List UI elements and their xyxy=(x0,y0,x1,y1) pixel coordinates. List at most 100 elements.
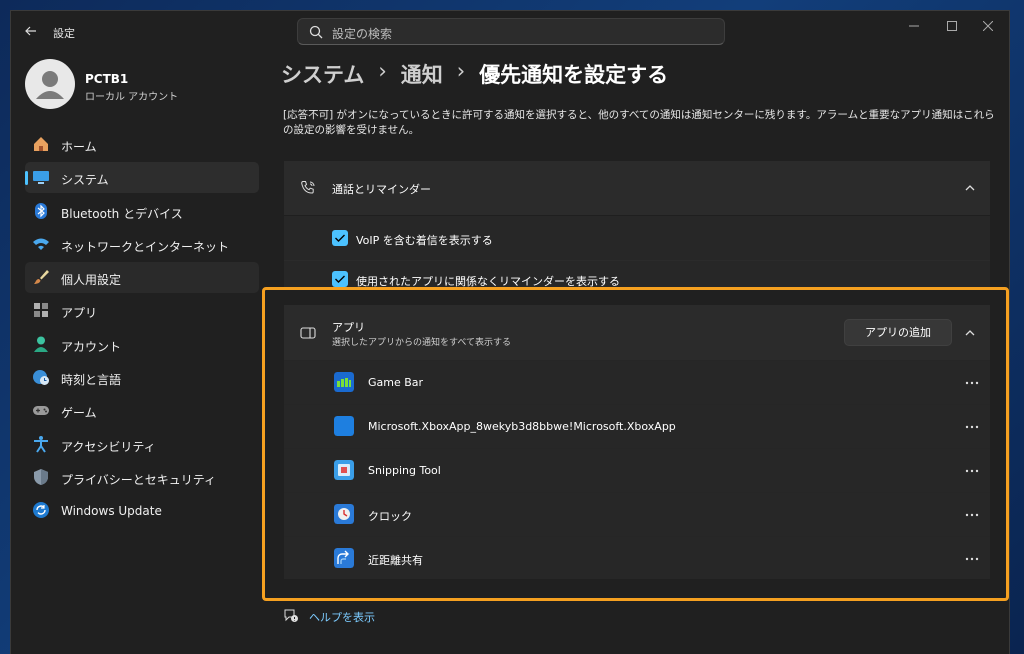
more-options-icon[interactable] xyxy=(964,377,980,389)
account-icon xyxy=(34,336,48,352)
sidebar-item-privacy[interactable]: プライバシーとセキュリティ xyxy=(25,462,259,493)
sidebar-item-label: Windows Update xyxy=(61,504,162,519)
app-name: 近距離共有 xyxy=(368,554,423,567)
help-icon xyxy=(284,609,298,622)
sidebar-item-label: 個人用設定 xyxy=(61,273,122,288)
app-row: Game Bar xyxy=(284,361,990,404)
apps-section-title: アプリ xyxy=(332,321,365,334)
app-name: クロック xyxy=(368,510,412,523)
checkmark-icon xyxy=(335,275,345,283)
voip-option-row[interactable]: VoIP を含む着信を表示する xyxy=(284,216,990,260)
maximize-button[interactable] xyxy=(937,17,967,37)
maximize-icon xyxy=(947,21,957,31)
sidebar-item-label: Bluetooth とデバイス xyxy=(61,206,183,221)
calls-reminders-section: 通話とリマインダー VoIP を含む着信を表示する 使用されたアプリに関係なくリ… xyxy=(284,161,990,289)
apps-icon xyxy=(34,303,48,318)
add-app-button[interactable]: アプリの追加 xyxy=(844,319,952,346)
app-row: クロック xyxy=(284,493,990,536)
user-avatar-icon xyxy=(36,71,64,99)
apps-section: アプリ 選択したアプリからの通知をすべて表示する アプリの追加 Game Bar… xyxy=(284,305,990,579)
minimize-button[interactable] xyxy=(899,17,929,37)
sidebar-item-network[interactable]: ネットワークとインターネット xyxy=(25,229,259,260)
sidebar-item-bluetooth[interactable]: Bluetooth とデバイス xyxy=(25,196,259,227)
reminders-option-label: 使用されたアプリに関係なくリマインダーを表示する xyxy=(356,275,620,288)
sidebar-item-accounts[interactable]: アカウント xyxy=(25,329,259,360)
close-icon xyxy=(982,20,994,32)
settings-window: 設定 設定の検索 PCTB1 ローカル アカウント ホーム システム Bluet… xyxy=(10,10,1010,654)
sidebar-item-personalization[interactable]: 個人用設定 xyxy=(25,262,259,294)
search-box[interactable]: 設定の検索 xyxy=(297,18,725,45)
active-indicator xyxy=(25,171,28,186)
avatar[interactable] xyxy=(25,59,75,109)
calls-reminders-title: 通話とリマインダー xyxy=(332,183,431,196)
update-icon xyxy=(33,502,49,519)
app-row: 近距離共有 xyxy=(284,537,990,579)
globe-clock-icon xyxy=(33,370,49,386)
sidebar-item-label: システム xyxy=(61,173,109,188)
snipping-tool-icon xyxy=(334,460,354,480)
phone-icon xyxy=(301,181,315,194)
sidebar-item-label: ゲーム xyxy=(61,406,97,421)
home-icon xyxy=(34,137,48,151)
system-icon xyxy=(33,171,49,185)
more-options-icon[interactable] xyxy=(964,421,980,433)
sidebar-item-home[interactable]: ホーム xyxy=(25,129,259,160)
minimize-icon xyxy=(909,25,919,27)
app-name: Snipping Tool xyxy=(368,464,441,477)
voip-checkbox[interactable] xyxy=(332,230,348,246)
breadcrumb: システム › 通知 › 優先通知を設定する xyxy=(281,59,668,89)
app-name: Game Bar xyxy=(368,376,424,389)
xbox-app-icon xyxy=(334,416,354,436)
chevron-up-icon[interactable] xyxy=(964,327,976,339)
app-row: Snipping Tool xyxy=(284,449,990,492)
sidebar-item-label: 時刻と言語 xyxy=(61,373,122,388)
page-description: [応答不可] がオンになっているときに許可する通知を選択すると、他のすべての通知… xyxy=(283,109,995,136)
sidebar-item-windows-update[interactable]: Windows Update xyxy=(25,495,259,526)
apps-section-header[interactable]: アプリ 選択したアプリからの通知をすべて表示する アプリの追加 xyxy=(284,305,990,360)
close-button[interactable] xyxy=(973,17,1003,37)
sidebar-item-label: ホーム xyxy=(61,140,97,154)
breadcrumb-separator: › xyxy=(378,59,387,83)
help-link[interactable]: ヘルプを表示 xyxy=(283,607,375,624)
apps-section-subtitle: 選択したアプリからの通知をすべて表示する xyxy=(332,338,512,348)
more-options-icon[interactable] xyxy=(964,553,980,565)
voip-option-label: VoIP を含む着信を表示する xyxy=(356,234,493,247)
profile-account-type: ローカル アカウント xyxy=(85,92,179,103)
game-bar-icon xyxy=(334,372,354,392)
profile-name: PCTB1 xyxy=(85,72,129,86)
back-arrow-icon xyxy=(25,26,36,36)
sidebar-item-label: アカウント xyxy=(61,339,122,354)
sidebar-item-system[interactable]: システム xyxy=(25,162,259,194)
bluetooth-icon xyxy=(35,202,47,219)
sidebar-item-label: ネットワークとインターネット xyxy=(61,239,230,254)
breadcrumb-notifications[interactable]: 通知 xyxy=(401,59,443,89)
more-options-icon[interactable] xyxy=(964,465,980,477)
checkmark-icon xyxy=(335,234,345,242)
nearby-share-icon xyxy=(334,548,354,568)
more-options-icon[interactable] xyxy=(964,509,980,521)
sidebar-item-label: プライバシーとセキュリティ xyxy=(61,472,217,487)
app-window-icon xyxy=(300,327,316,339)
help-link-label[interactable]: ヘルプを表示 xyxy=(309,609,375,625)
calls-reminders-header[interactable]: 通話とリマインダー xyxy=(284,161,990,215)
app-name: Microsoft.XboxApp_8wekyb3d8bbwe!Microsof… xyxy=(368,420,676,433)
clock-icon xyxy=(334,504,354,524)
shield-icon xyxy=(34,468,48,485)
sidebar-item-gaming[interactable]: ゲーム xyxy=(25,395,259,426)
breadcrumb-system[interactable]: システム xyxy=(281,59,364,89)
breadcrumb-separator: › xyxy=(456,59,466,83)
chevron-up-icon[interactable] xyxy=(964,182,976,194)
brush-icon xyxy=(34,270,49,285)
reminders-option-row[interactable]: 使用されたアプリに関係なくリマインダーを表示する xyxy=(284,261,990,289)
sidebar-item-apps[interactable]: アプリ xyxy=(25,295,259,326)
page-title: 優先通知を設定する xyxy=(479,63,669,87)
sidebar-item-time-language[interactable]: 時刻と言語 xyxy=(25,362,259,393)
back-button[interactable] xyxy=(19,21,43,41)
reminders-checkbox[interactable] xyxy=(332,271,348,287)
sidebar-item-accessibility[interactable]: アクセシビリティ xyxy=(25,429,259,460)
app-title: 設定 xyxy=(53,27,75,40)
gamepad-icon xyxy=(33,406,49,416)
sidebar-nav: ホーム システム Bluetooth とデバイス ネットワークとインターネット … xyxy=(25,129,259,529)
search-input[interactable]: 設定の検索 xyxy=(332,25,392,42)
title-bar: 設定 設定の検索 xyxy=(11,11,1009,51)
